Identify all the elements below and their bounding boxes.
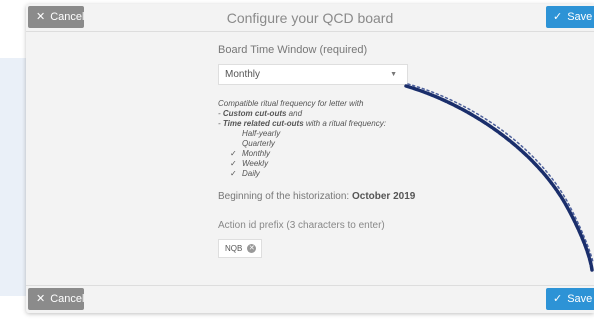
frequency-label: Daily (242, 169, 260, 178)
frequency-check-3: ✓ (230, 159, 237, 168)
action-prefix-label: Action id prefix (3 characters to enter) (218, 220, 385, 231)
help-line-3-rest: with a ritual frequency: (303, 119, 386, 128)
frequency-item: ✓ Weekly (230, 159, 478, 169)
close-icon: ✕ (36, 293, 46, 305)
form-content: Board Time Window (required) Monthly ▼ C… (218, 44, 478, 258)
board-time-window-select[interactable]: Monthly ▼ (218, 64, 408, 85)
modal-footer: ✕ Cancel ✓ Save (26, 285, 594, 313)
modal-header: ✕ Cancel Configure your QCD board ✓ Save (26, 4, 594, 32)
help-line-3-bold: Time related cut-outs (222, 119, 304, 128)
caret-down-icon: ▼ (390, 71, 397, 78)
frequency-list: Half-yearly Quarterly ✓ Monthly ✓ Weekly ✓… (218, 129, 478, 179)
frequency-check-4: ✓ (230, 169, 237, 178)
save-button[interactable]: ✓ Save (546, 6, 594, 28)
frequency-item: ✓ Monthly (230, 149, 478, 159)
check-icon: ✓ (553, 293, 563, 305)
historization-info: Beginning of the historization: October … (218, 191, 478, 202)
action-prefix-tag[interactable]: NQB ✕ (218, 239, 262, 258)
frequency-label: Half-yearly (242, 129, 281, 138)
check-icon: ✓ (553, 11, 563, 23)
help-line-2-bold: Custom cut-outs (222, 109, 287, 118)
historization-label: Beginning of the historization: (218, 191, 350, 202)
footer-save-label: Save (567, 293, 593, 305)
board-time-window-label: Board Time Window (required) (218, 44, 368, 56)
frequency-item: Quarterly (230, 139, 478, 149)
footer-save-button[interactable]: ✓ Save (546, 288, 594, 310)
frequency-label: Monthly (242, 149, 271, 158)
configure-board-modal: ✕ Cancel Configure your QCD board ✓ Save… (26, 4, 594, 313)
help-line-1: Compatible ritual frequency for letter w… (218, 99, 364, 108)
help-line-2-rest: and (286, 109, 303, 118)
frequency-label: Weekly (242, 159, 269, 168)
modal-title: Configure your QCD board (226, 10, 394, 26)
historization-value: October 2019 (351, 191, 416, 202)
help-line-2: - Custom cut-outs and (218, 109, 303, 118)
help-line-3: - Time related cut-outs with a ritual fr… (218, 119, 386, 128)
board-time-window-value: Monthly (225, 69, 261, 80)
frequency-item: ✓ Daily (230, 169, 478, 179)
ritual-frequency-help: Compatible ritual frequency for letter w… (218, 99, 478, 129)
remove-circle-icon[interactable]: ✕ (247, 244, 257, 253)
frequency-item: Half-yearly (230, 129, 478, 139)
frequency-label: Quarterly (242, 139, 275, 148)
action-prefix-value: NQB (225, 244, 243, 253)
save-button-label: Save (567, 11, 593, 23)
frequency-check-2: ✓ (230, 149, 237, 158)
footer-cancel-button[interactable]: ✕ Cancel (28, 288, 84, 310)
footer-cancel-label: Cancel (50, 293, 85, 305)
